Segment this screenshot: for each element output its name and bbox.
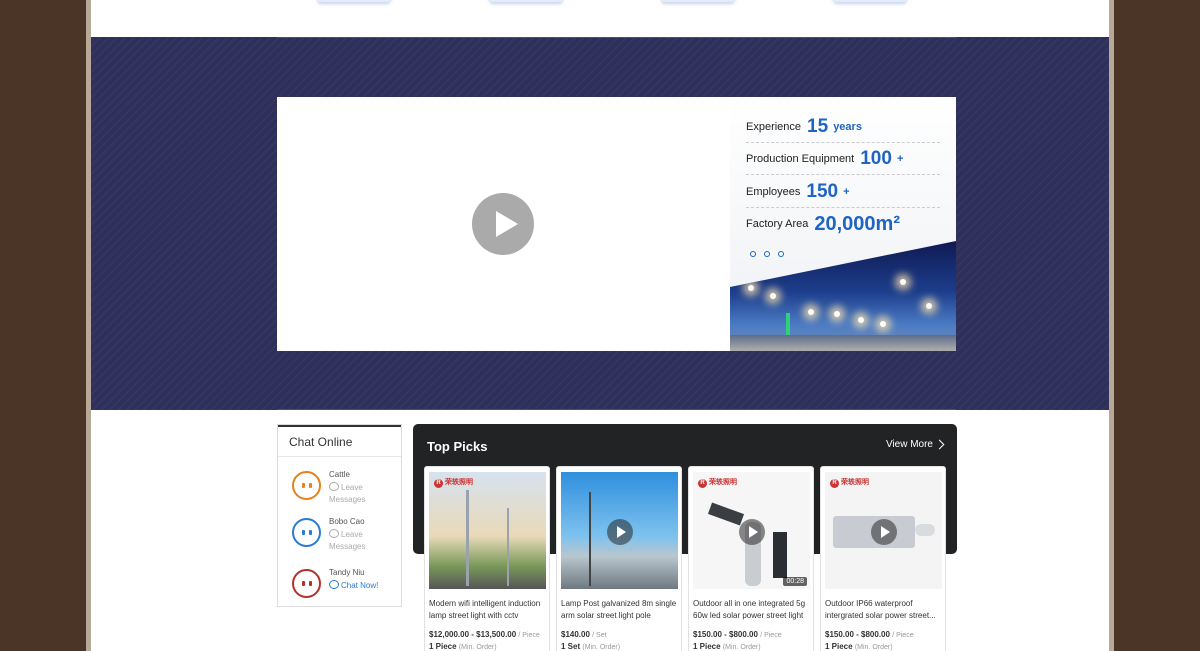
top-strip (91, 0, 1109, 37)
top-picks-title: Top Picks (427, 439, 488, 454)
slider-dots (750, 251, 784, 257)
chat-now-link[interactable]: Chat Now! (329, 580, 397, 592)
chat-bubble-icon (329, 580, 339, 589)
lamp-arm (915, 524, 935, 536)
feature-tab-1[interactable] (317, 0, 391, 2)
lamp-pole (507, 508, 509, 586)
lamp-glow (926, 303, 932, 309)
company-video[interactable] (277, 97, 730, 351)
product-title[interactable]: Outdoor IP66 waterproof intergrated sola… (825, 598, 943, 622)
product-moq: 1 Piece (Min. Order) (693, 642, 761, 651)
slider-dot[interactable] (778, 251, 784, 257)
feature-tab-3[interactable] (661, 0, 735, 2)
product-card[interactable]: R 荣轶照明 Modern wifi intelligent induction … (424, 466, 550, 651)
company-stats-panel: Experience 15 years Production Equipment… (730, 97, 956, 351)
page: Experience 15 years Production Equipment… (86, 0, 1114, 651)
feature-tab-4[interactable] (833, 0, 907, 2)
stat-label: Production Equipment (746, 152, 855, 165)
stat-label: Experience (746, 120, 802, 133)
stat-equipment: Production Equipment 100 + (746, 143, 940, 175)
stat-value: 15 (807, 115, 829, 137)
stat-label: Factory Area (746, 218, 809, 230)
stat-value: 150 (806, 180, 839, 202)
stat-employees: Employees 150 + (746, 176, 940, 208)
brand-logo: R 荣轶照明 (830, 477, 869, 488)
product-moq: 1 Piece (Min. Order) (825, 642, 893, 651)
product-price: $140.00 / Set (561, 630, 607, 639)
agent-name: Bobo Cao (329, 517, 365, 526)
product-price: $150.00 - $800.00 / Piece (825, 630, 914, 639)
lamp-glow (834, 311, 840, 317)
agent-name: Cattle (329, 470, 350, 479)
chat-agent[interactable]: Bobo Cao Leave Messages (290, 514, 400, 554)
chat-online-panel: Chat Online Cattle Leave Messages Bobo C… (277, 424, 402, 607)
stat-factory-area: Factory Area 20,000m² (746, 208, 940, 240)
stat-value: 100 (860, 147, 892, 169)
play-icon[interactable] (472, 193, 534, 255)
stat-label: Employees (746, 185, 801, 198)
stat-unit: years (833, 120, 862, 133)
lamp-glow (900, 279, 906, 285)
agent-name: Tandy Niu (329, 568, 365, 577)
chat-bubble-icon (329, 482, 339, 491)
slider-dot[interactable] (750, 251, 756, 257)
product-price: $150.00 - $800.00 / Piece (693, 630, 782, 639)
product-title[interactable]: Lamp Post galvanized 8m single arm solar… (561, 598, 679, 622)
lamp-glow (748, 285, 754, 291)
agent-avatar-icon (292, 569, 321, 598)
lamp-glow (880, 321, 886, 327)
chat-agent[interactable]: Cattle Leave Messages (290, 467, 400, 507)
product-image[interactable]: R 荣轶照明 00:28 (693, 472, 810, 589)
lamp-pole (589, 492, 591, 586)
stat-experience: Experience 15 years (746, 111, 940, 143)
product-title[interactable]: Modern wifi intelligent induction lamp s… (429, 598, 547, 622)
company-video-band: Experience 15 years Production Equipment… (91, 37, 1109, 410)
product-moq: 1 Piece (Min. Order) (429, 642, 497, 651)
video-duration: 00:28 (783, 577, 807, 586)
bridge (730, 335, 956, 351)
lamp-glow (770, 293, 776, 299)
feature-tab-2[interactable] (489, 0, 563, 2)
lamp-glow (808, 309, 814, 315)
product-image[interactable]: R 荣轶照明 (429, 472, 546, 589)
play-icon[interactable] (871, 519, 897, 545)
view-more-link[interactable]: View More (886, 439, 933, 450)
play-icon[interactable] (739, 519, 765, 545)
product-card[interactable]: R 荣轶照明 Outdoor IP66 waterproof intergrate… (820, 466, 946, 651)
solar-panel (773, 532, 787, 578)
product-title[interactable]: Outdoor all in one integrated 5g 60w led… (693, 598, 811, 622)
brand-logo: R 荣轶照明 (698, 477, 737, 488)
street-light-photo (730, 241, 956, 351)
play-icon[interactable] (607, 519, 633, 545)
stat-value: 20,000m² (814, 212, 900, 235)
product-card[interactable]: R 荣轶照明 00:28 Outdoor all in one integrate… (688, 466, 814, 651)
stat-unit: + (896, 152, 904, 165)
product-moq: 1 Set (Min. Order) (561, 642, 621, 651)
slider-dot[interactable] (764, 251, 770, 257)
chevron-right-icon[interactable] (934, 439, 945, 450)
agent-avatar-icon (292, 471, 321, 500)
product-image[interactable]: R 荣轶照明 (825, 472, 942, 589)
agent-avatar-icon (292, 518, 321, 547)
leave-message-link[interactable]: Leave Messages (329, 482, 397, 506)
lamp-pole (466, 490, 469, 586)
product-image[interactable] (561, 472, 678, 589)
leave-message-link[interactable]: Leave Messages (329, 529, 397, 553)
brand-logo: R 荣轶照明 (434, 477, 473, 488)
product-card[interactable]: Lamp Post galvanized 8m single arm solar… (556, 466, 682, 651)
stat-unit: + (843, 185, 850, 198)
chat-title: Chat Online (278, 425, 401, 457)
product-price: $12,000.00 - $13,500.00 / Piece (429, 630, 540, 639)
lamp-glow (858, 317, 864, 323)
chat-agent[interactable]: Tandy Niu Chat Now! (290, 565, 400, 605)
chat-bubble-icon (329, 529, 339, 538)
solar-panel (707, 502, 745, 526)
